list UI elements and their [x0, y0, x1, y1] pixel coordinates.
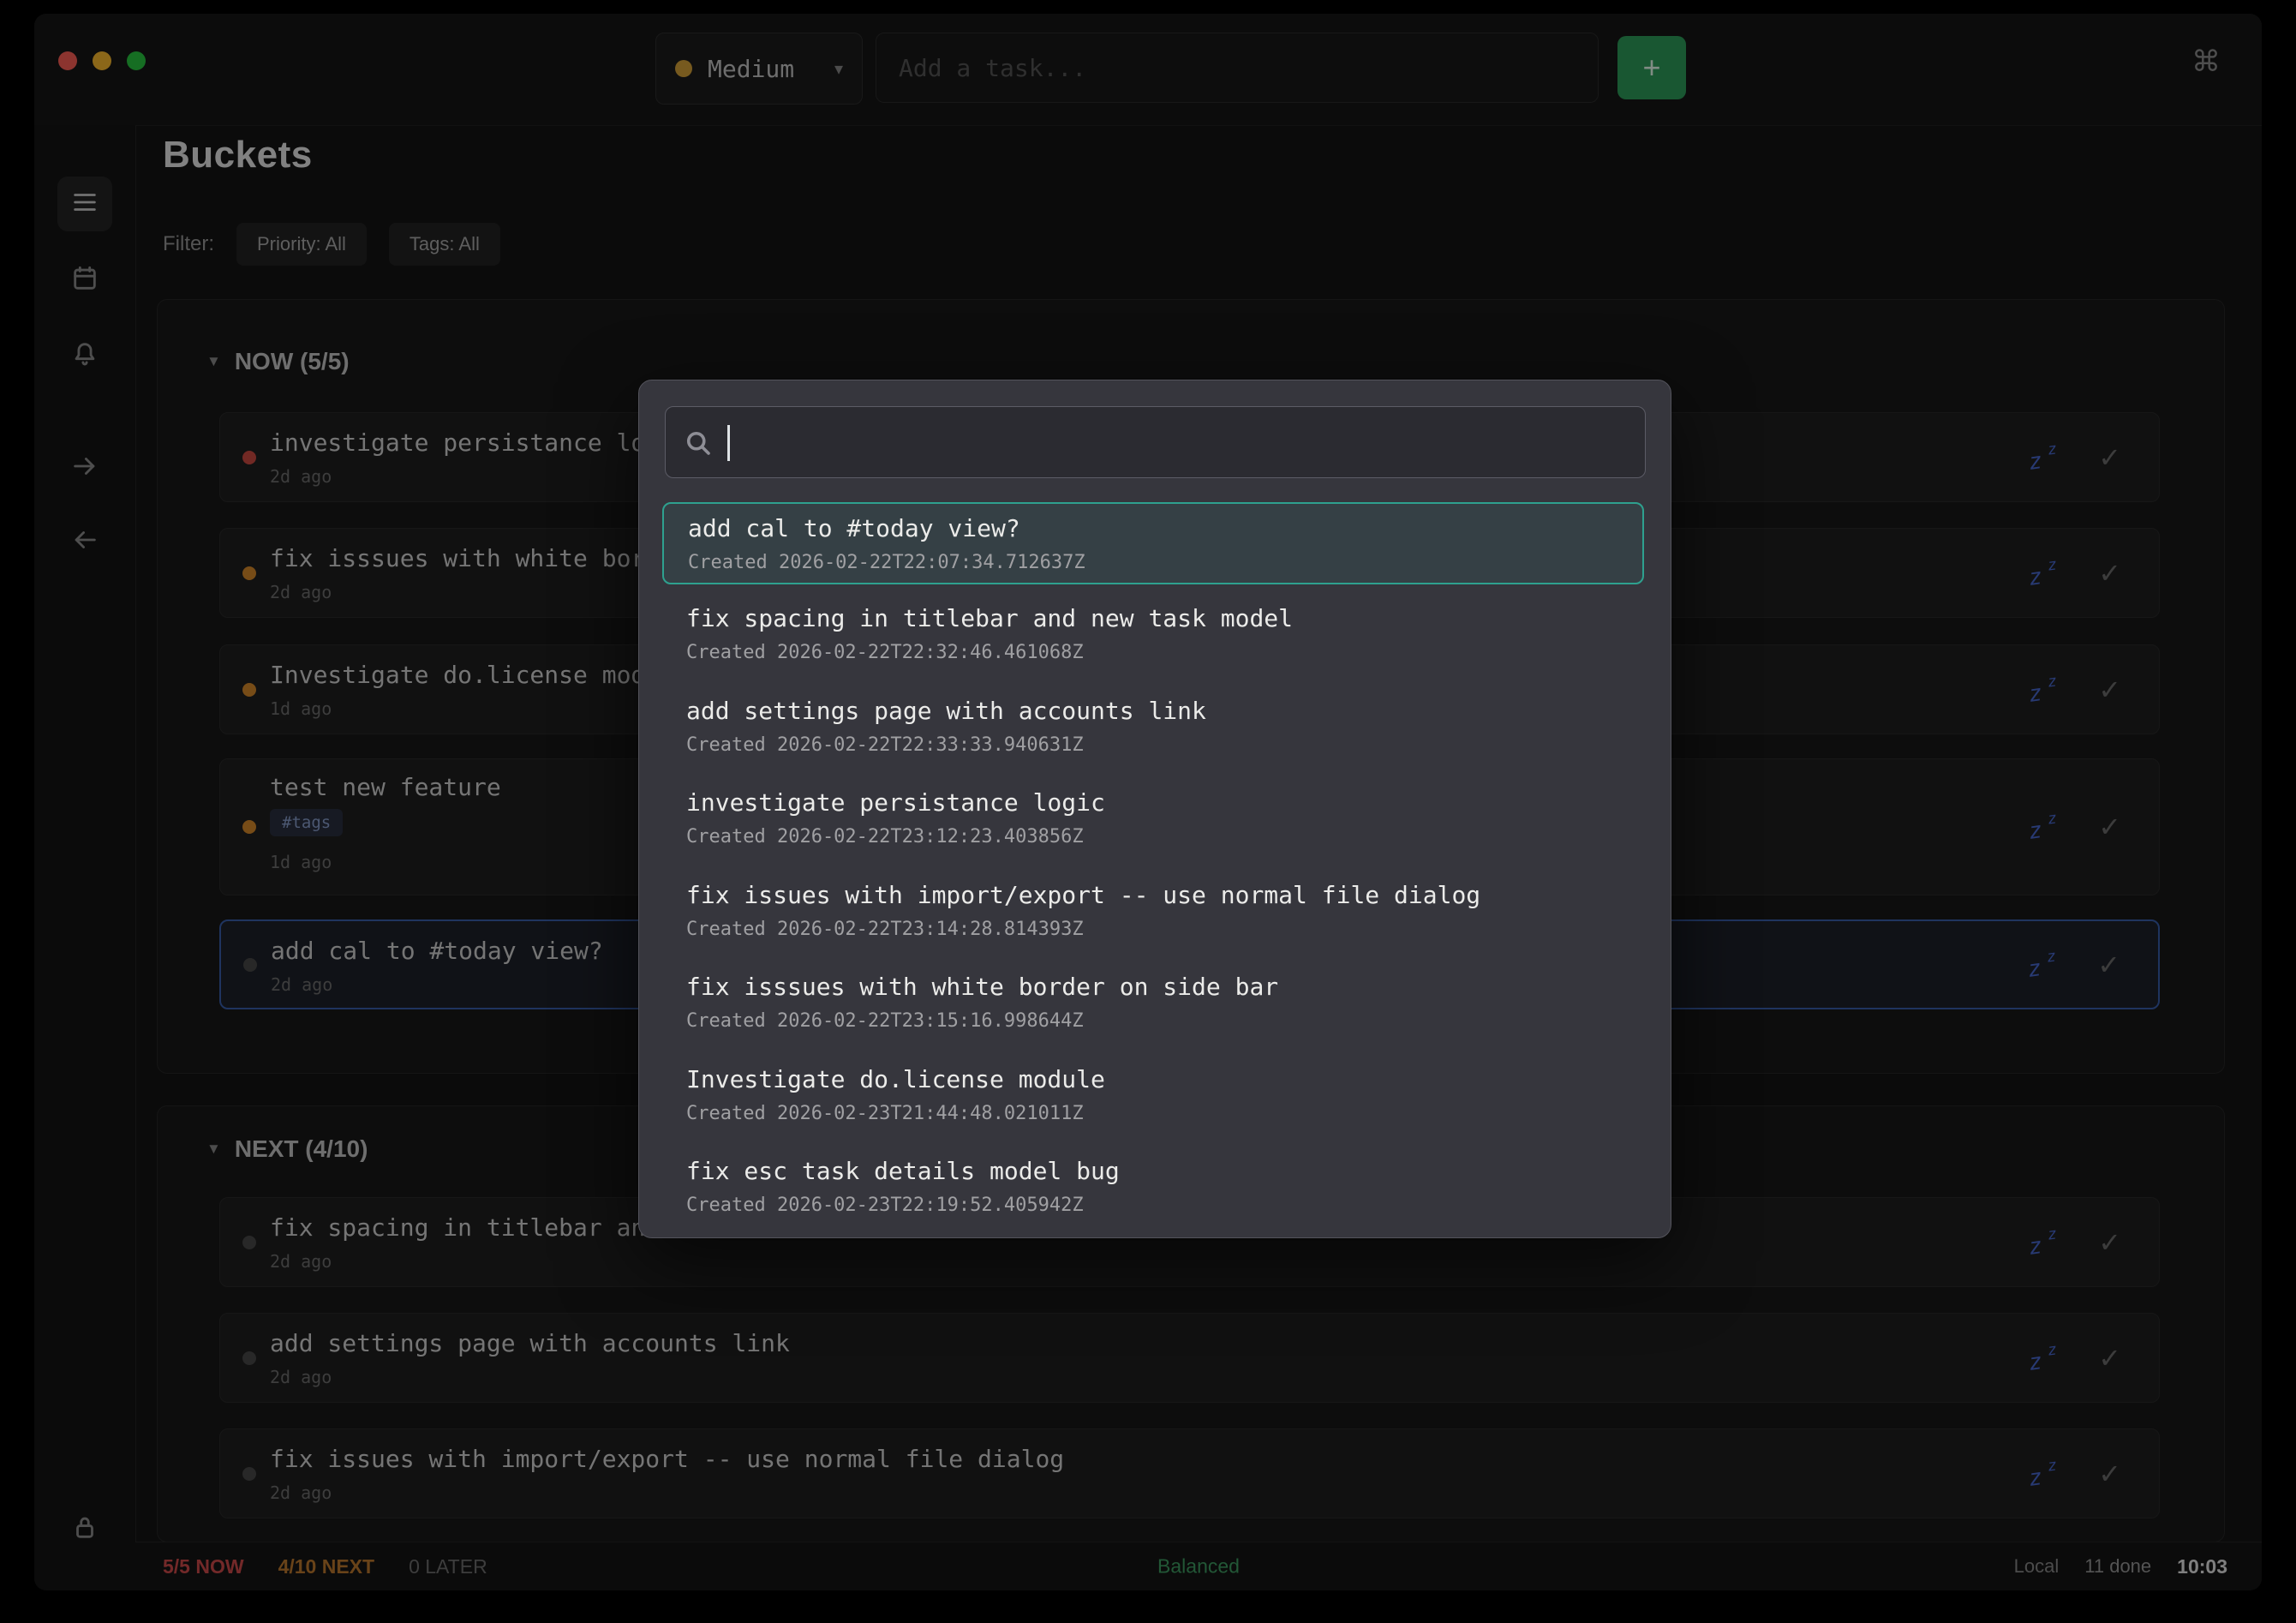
palette-result[interactable]: fix issues with import/export -- use nor…	[662, 871, 1644, 953]
text-cursor	[727, 425, 730, 461]
result-title: fix esc task details model bug	[686, 1157, 1120, 1185]
result-created: Created 2026-02-22T23:15:16.998644Z	[686, 1010, 1084, 1032]
palette-result[interactable]: add settings page with accounts link Cre…	[662, 686, 1644, 769]
result-title: add settings page with accounts link	[686, 697, 1206, 725]
palette-result[interactable]: fix spacing in titlebar and new task mod…	[662, 594, 1644, 676]
result-title: fix issues with import/export -- use nor…	[686, 881, 1480, 909]
palette-result-selected[interactable]: add cal to #today view? Created 2026-02-…	[662, 502, 1644, 584]
palette-result[interactable]: fix esc task details model bug Created 2…	[662, 1147, 1644, 1229]
command-palette: add cal to #today view? Created 2026-02-…	[638, 380, 1671, 1238]
result-created: Created 2026-02-22T22:33:33.940631Z	[686, 734, 1084, 756]
palette-result[interactable]: investigate persistance logic Created 20…	[662, 778, 1644, 860]
palette-result[interactable]: Investigate do.license module Created 20…	[662, 1055, 1644, 1137]
result-created: Created 2026-02-22T23:14:28.814393Z	[686, 919, 1084, 940]
result-title: Investigate do.license module	[686, 1065, 1105, 1093]
result-title: fix isssues with white border on side ba…	[686, 973, 1278, 1001]
result-title: add cal to #today view?	[688, 514, 1020, 542]
result-title: investigate persistance logic	[686, 788, 1105, 817]
result-created: Created 2026-02-22T22:07:34.712637Z	[688, 552, 1085, 573]
result-title: fix spacing in titlebar and new task mod…	[686, 604, 1293, 632]
search-icon	[683, 428, 714, 463]
palette-result[interactable]: fix isssues with white border on side ba…	[662, 962, 1644, 1045]
palette-search-input[interactable]	[665, 406, 1646, 478]
result-created: Created 2026-02-22T23:12:23.403856Z	[686, 826, 1084, 847]
result-created: Created 2026-02-22T22:32:46.461068Z	[686, 642, 1084, 663]
result-created: Created 2026-02-23T22:19:52.405942Z	[686, 1195, 1084, 1216]
result-created: Created 2026-02-23T21:44:48.021011Z	[686, 1103, 1084, 1124]
